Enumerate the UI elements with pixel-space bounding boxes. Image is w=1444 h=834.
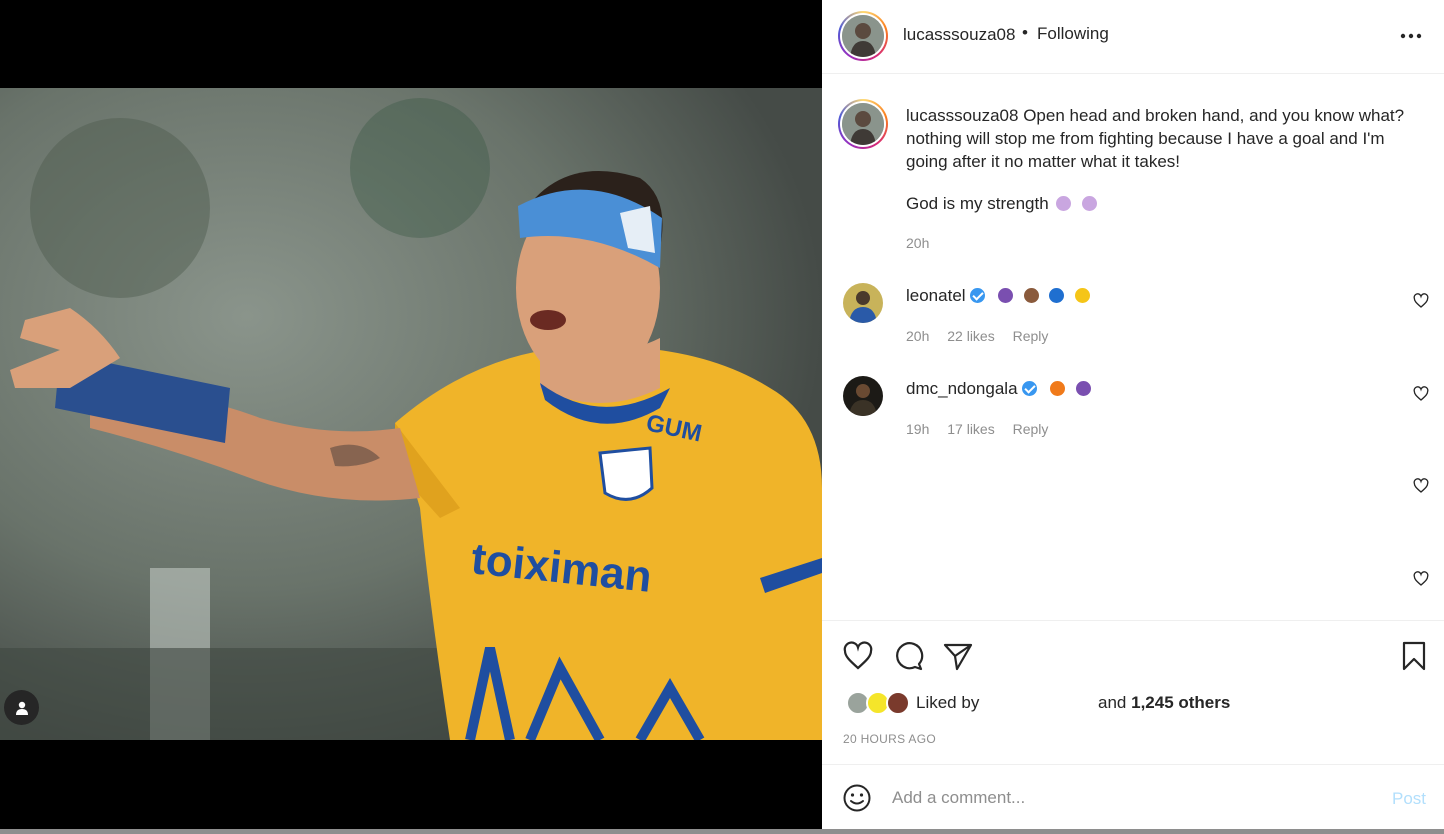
author-avatar[interactable] <box>838 11 888 61</box>
header-separator: • <box>1022 23 1028 42</box>
praying-hands-emoji-icon <box>1075 381 1091 396</box>
add-comment-bar: Post <box>822 764 1444 829</box>
caption-username[interactable]: lucasssouza08 <box>906 106 1018 125</box>
caption-text-block: lucasssouza08 Open head and broken hand,… <box>906 104 1426 173</box>
author-avatar-image <box>842 15 884 57</box>
bookmark-icon[interactable] <box>1398 640 1430 672</box>
commenter-avatar[interactable] <box>843 283 883 323</box>
post-media: toiximan GUM <box>0 0 822 834</box>
comment-bubble-icon[interactable] <box>892 640 924 672</box>
praying-hands-emoji-icon <box>998 288 1014 303</box>
comment-time: 20h <box>906 328 930 344</box>
comment-username[interactable]: dmc_ndongala <box>906 379 1094 399</box>
liked-others-text: and 1,245 others <box>1098 693 1230 713</box>
following-button[interactable]: Following <box>1037 24 1109 44</box>
paper-plane-icon[interactable] <box>942 640 974 672</box>
comment-username-text[interactable]: leonatel <box>906 286 966 305</box>
comment-emojis <box>1047 381 1093 398</box>
caption-line2-text: God is my strength <box>906 194 1049 213</box>
caption-second-line: God is my strength <box>906 194 1100 214</box>
yellow-heart-emoji-icon <box>1074 288 1090 303</box>
flexed-biceps-emoji-icon <box>1023 288 1039 303</box>
heart-icon[interactable] <box>842 640 874 672</box>
comment-likes[interactable]: 17 likes <box>947 421 994 437</box>
comment-input[interactable] <box>892 783 1372 813</box>
blue-heart-emoji-icon <box>1049 288 1065 303</box>
comment-heart-icon[interactable] <box>1413 478 1429 494</box>
comment-likes[interactable]: 22 likes <box>947 328 994 344</box>
comment-time: 19h <box>906 421 930 437</box>
comment-heart-icon[interactable] <box>1413 571 1429 587</box>
post-header: lucasssouza08 • Following <box>822 0 1444 74</box>
verified-badge-icon <box>969 288 985 303</box>
comment-reply-button[interactable]: Reply <box>1013 328 1049 344</box>
post-actions: Liked by and 1,245 others 20 HOURS AGO <box>822 620 1444 764</box>
post-comment-button[interactable]: Post <box>1392 789 1426 809</box>
comment-meta: 19h 17 likes Reply <box>906 421 1062 437</box>
praying-hands-emoji-icon <box>1056 196 1072 211</box>
comment-username-text[interactable]: dmc_ndongala <box>906 379 1018 398</box>
fire-emoji-icon <box>1050 381 1066 396</box>
liker-avatar <box>886 691 910 715</box>
post-timestamp: 20 HOURS AGO <box>843 732 936 746</box>
praying-hands-emoji-icon <box>1082 196 1098 211</box>
window-bottom-strip <box>0 829 1444 834</box>
post-side-panel: lucasssouza08 • Following lucasssouza08 … <box>822 0 1444 829</box>
liked-others-count[interactable]: 1,245 others <box>1131 693 1230 712</box>
tagged-people-button[interactable] <box>4 690 39 725</box>
comment-emojis <box>995 288 1092 305</box>
caption-time: 20h <box>906 235 930 251</box>
football-player-photo: toiximan GUM <box>0 88 822 740</box>
liked-and-label: and <box>1098 693 1127 712</box>
person-icon <box>15 701 28 715</box>
verified-badge-icon <box>1021 381 1037 396</box>
comment-reply-button[interactable]: Reply <box>1013 421 1049 437</box>
commenter-avatar[interactable] <box>843 376 883 416</box>
comment-meta: 20h 22 likes Reply <box>906 328 1062 344</box>
comment-heart-icon[interactable] <box>1413 386 1429 402</box>
comment-heart-icon[interactable] <box>1413 293 1429 309</box>
smiley-emoji-icon[interactable] <box>842 783 872 813</box>
author-username[interactable]: lucasssouza08 <box>903 25 1015 45</box>
caption-author-avatar[interactable] <box>838 99 888 149</box>
more-dots-icon[interactable] <box>1396 22 1426 48</box>
liked-by-avatars[interactable] <box>846 691 912 717</box>
caption-avatar-image <box>842 103 884 145</box>
post-photo[interactable]: toiximan GUM <box>0 88 822 740</box>
comment-username[interactable]: leonatel <box>906 286 1093 306</box>
liked-by-label: Liked by <box>916 693 980 712</box>
